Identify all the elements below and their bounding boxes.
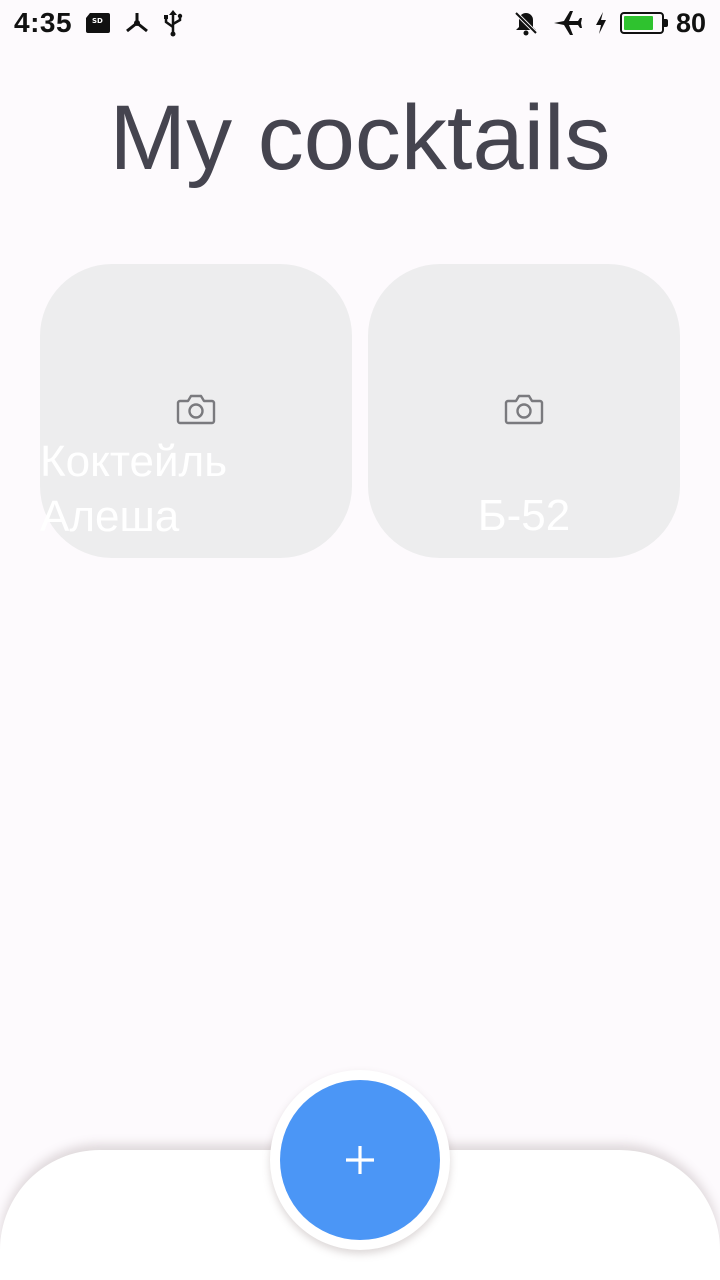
usb-icon <box>162 9 184 37</box>
cocktail-name: Б-52 <box>477 491 571 540</box>
airplane-mode-icon <box>552 9 582 37</box>
cocktail-card[interactable]: Б-52 <box>368 264 680 558</box>
sd-card-icon: SD <box>84 11 112 35</box>
status-bar-right: 80 <box>512 8 706 39</box>
battery-icon <box>619 12 668 34</box>
cocktail-card[interactable]: Коктейль Алеша <box>40 264 352 558</box>
camera-icon <box>176 394 216 425</box>
app-screen: 4:35 SD 80 My cocktails Коктейль Алеша Б… <box>0 0 720 1280</box>
notifications-muted-icon <box>512 9 540 37</box>
charging-icon <box>594 11 608 35</box>
battery-level-fill <box>623 16 653 30</box>
plus-icon <box>346 1146 374 1174</box>
cocktail-grid: Коктейль Алеша Б-52 <box>40 264 680 558</box>
cocktail-name: Коктейль Алеша <box>40 437 228 541</box>
camera-icon <box>504 394 544 425</box>
battery-percent: 80 <box>675 7 706 38</box>
page-title: My cocktails <box>109 87 611 189</box>
network-share-icon <box>124 10 150 36</box>
status-time: 4:35 <box>14 7 73 38</box>
status-bar: 4:35 SD 80 <box>0 0 720 46</box>
status-bar-left: 4:35 SD <box>14 7 184 39</box>
add-cocktail-button[interactable] <box>280 1080 440 1240</box>
svg-text:SD: SD <box>92 17 103 25</box>
